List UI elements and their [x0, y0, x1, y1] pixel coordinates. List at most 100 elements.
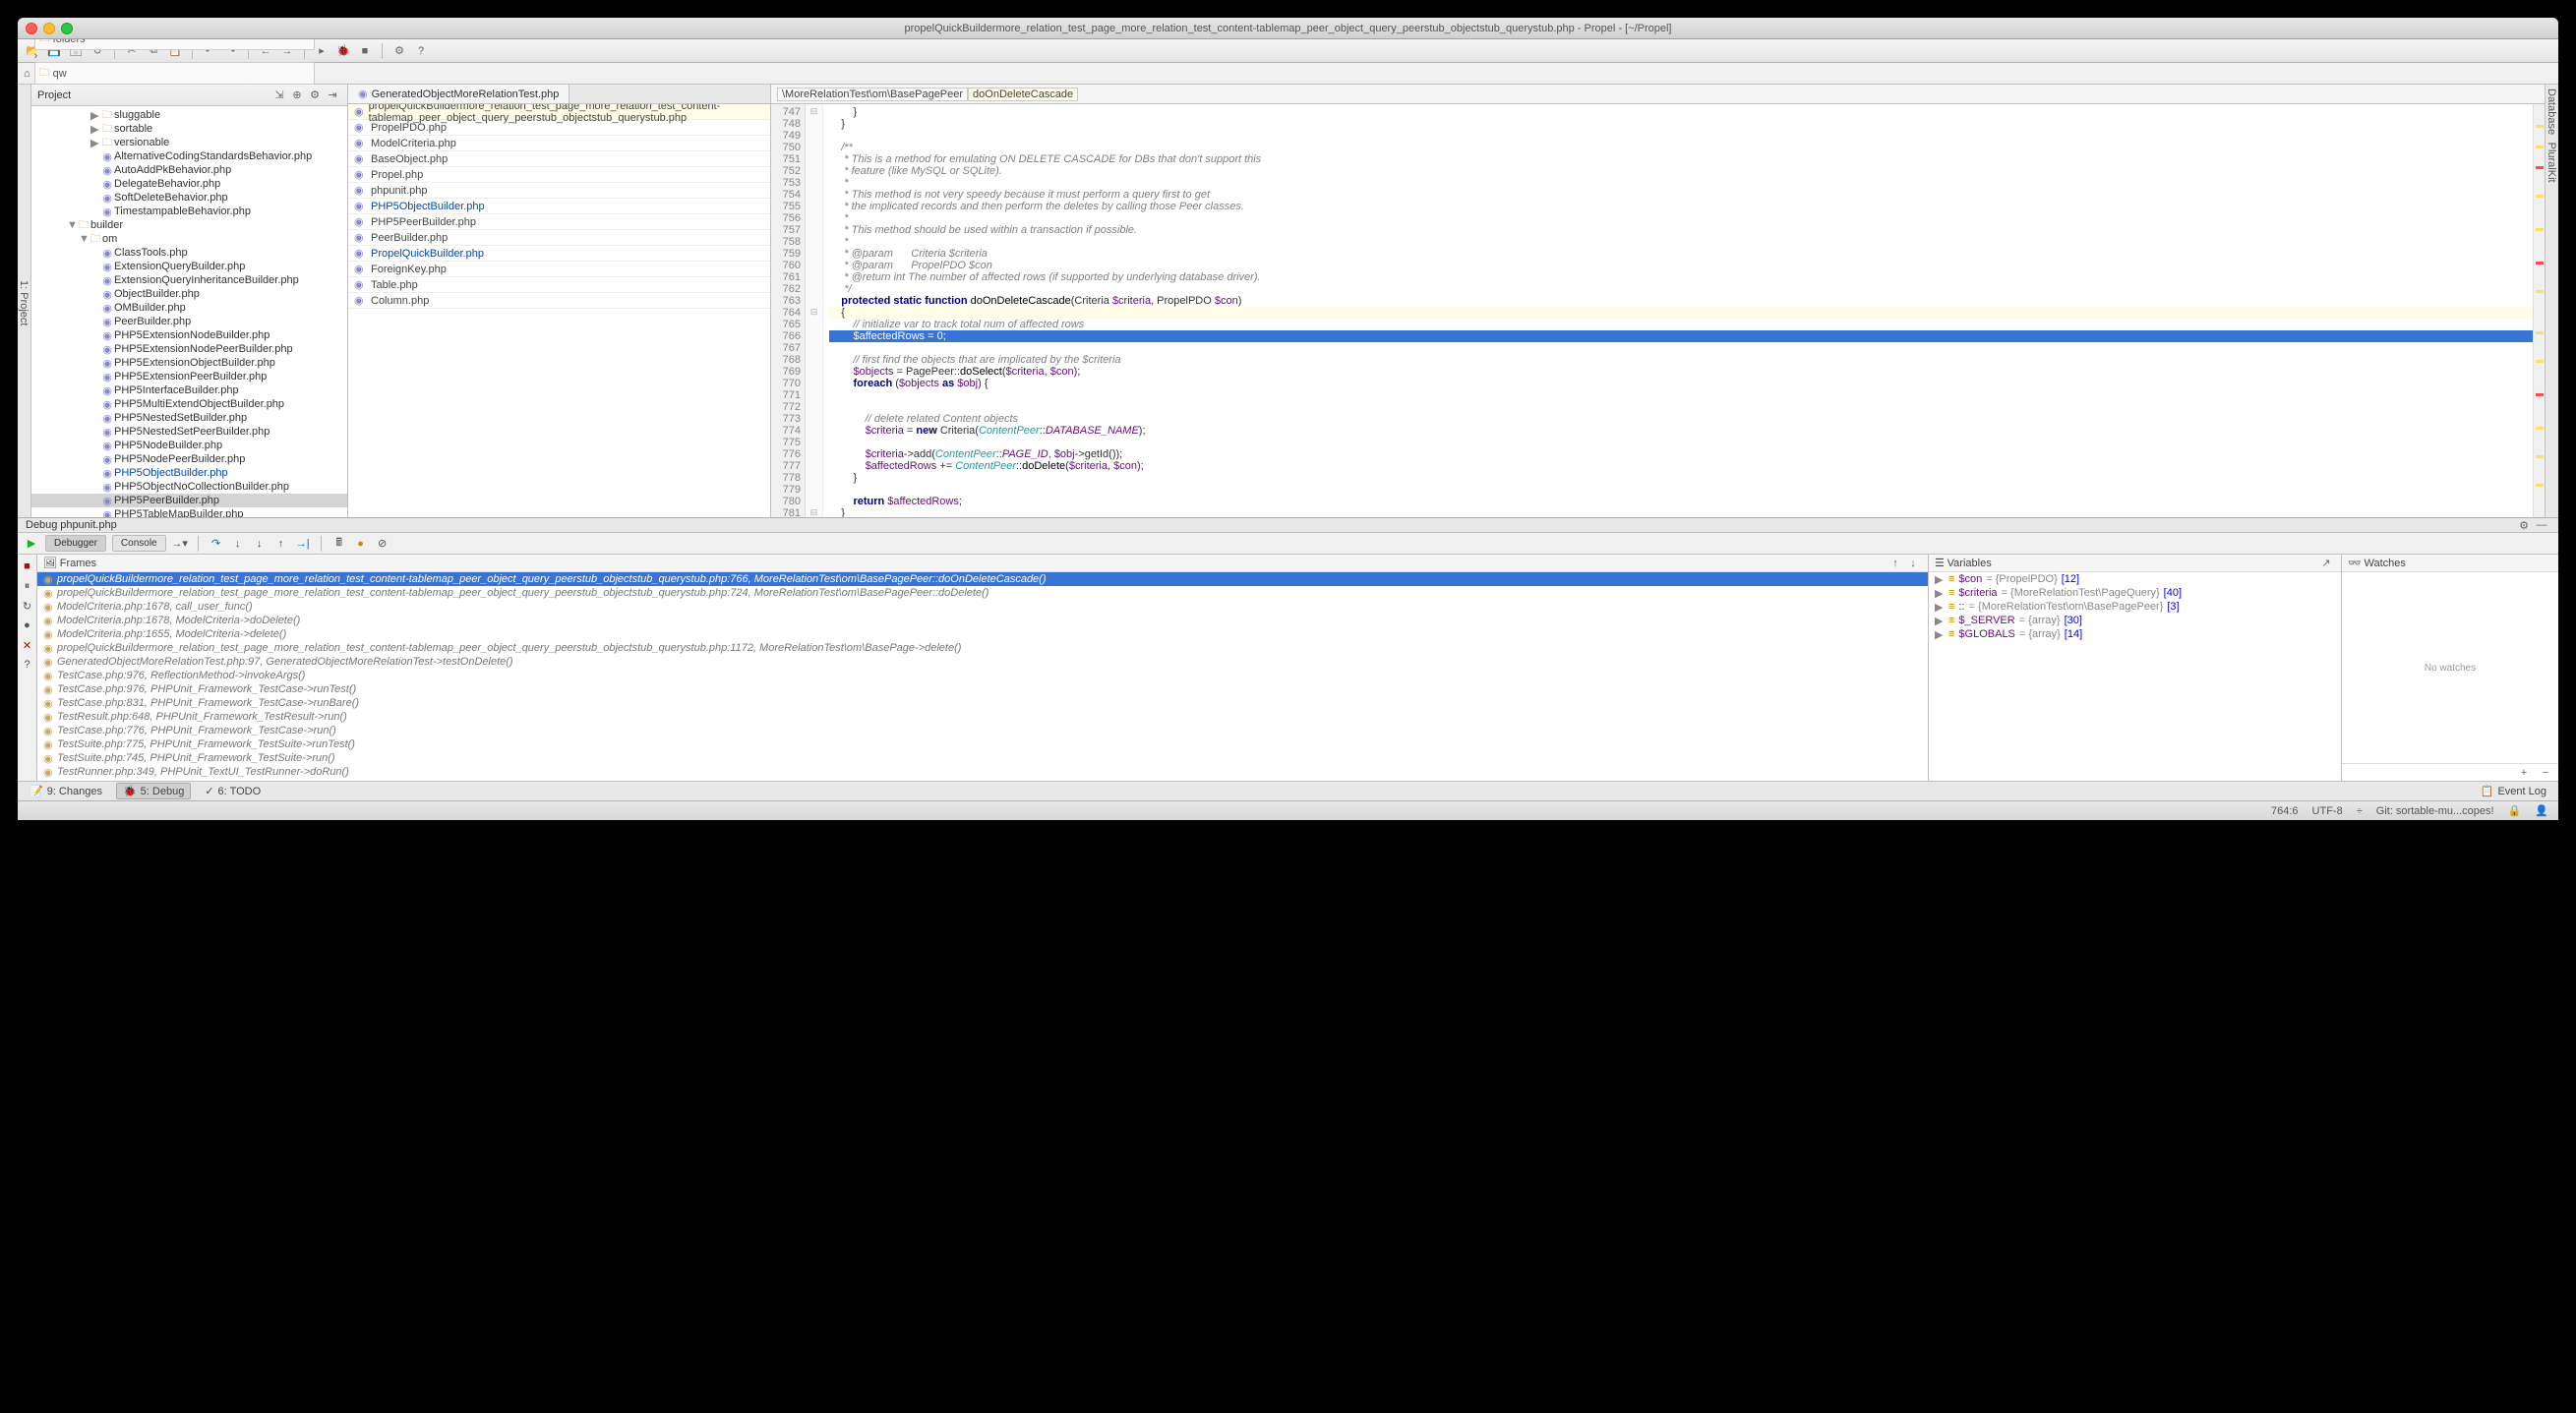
file-row[interactable]: ◉propelQuickBuildermore_relation_test_pa… [348, 104, 770, 120]
folder-node[interactable]: ▶🗀sluggable [31, 108, 347, 122]
file-row[interactable]: ◉Table.php [348, 277, 770, 293]
stop-icon[interactable]: ■ [356, 42, 374, 60]
debug-tool-tab[interactable]: 🐞 5: Debug [116, 783, 191, 799]
more-icon[interactable]: →▾ [172, 536, 188, 552]
file-encoding[interactable]: UTF-8 [2312, 805, 2343, 817]
file-node[interactable]: ◉PHP5TableMapBuilder.php [31, 507, 347, 517]
stop-debug-icon[interactable]: ↻ [20, 598, 35, 614]
todo-tab[interactable]: ✓ 6: TODO [199, 784, 267, 798]
file-row[interactable]: ◉Propel.php [348, 167, 770, 183]
file-node[interactable]: ◉ExtensionQueryBuilder.php [31, 260, 347, 273]
debug-icon[interactable]: 🐞 [334, 42, 352, 60]
file-list[interactable]: ◉propelQuickBuildermore_relation_test_pa… [348, 104, 770, 517]
debug-config[interactable]: phpunit.php [60, 519, 117, 531]
stack-frame[interactable]: ◉propelQuickBuildermore_relation_test_pa… [37, 586, 1928, 600]
file-node[interactable]: ◉PHP5NodePeerBuilder.php [31, 452, 347, 466]
settings-icon[interactable]: ⚙ [390, 42, 408, 60]
stack-frame[interactable]: ◉TestRunner.php:349, PHPUnit_TextUI_Test… [37, 765, 1928, 779]
project-tab[interactable]: 1: Project [18, 280, 30, 325]
git-branch[interactable]: Git: sortable-mu...copes! [2376, 805, 2494, 817]
file-node[interactable]: ◉PHP5ExtensionNodeBuilder.php [31, 328, 347, 342]
folder-node[interactable]: ▶🗀sortable [31, 122, 347, 136]
stack-frame[interactable]: ◉ModelCriteria.php:1655, ModelCriteria->… [37, 627, 1928, 641]
debug-settings-icon[interactable]: ⚙ [2515, 516, 2533, 534]
file-node[interactable]: ◉PHP5NestedSetPeerBuilder.php [31, 425, 347, 439]
error-stripe[interactable] [2533, 104, 2545, 517]
evaluate-icon[interactable]: 🖩 [331, 536, 347, 552]
folder-node[interactable]: ▼🗀builder [31, 218, 347, 232]
variable-row[interactable]: ▶≡ $GLOBALS = {array} [14] [1929, 627, 2341, 641]
file-node[interactable]: ◉PHP5ExtensionNodePeerBuilder.php [31, 342, 347, 356]
file-node[interactable]: ◉PHP5ExtensionObjectBuilder.php [31, 356, 347, 370]
frame-up-icon[interactable]: ↑ [1887, 555, 1904, 572]
stack-frame[interactable]: ◉propelQuickBuildermore_relation_test_pa… [37, 572, 1928, 586]
add-watch-icon[interactable]: + [2515, 764, 2533, 782]
cursor-position[interactable]: 764:6 [2271, 805, 2299, 817]
debugger-tab[interactable]: Debugger [45, 535, 106, 552]
step-out-icon[interactable]: ↑ [273, 536, 289, 552]
file-node[interactable]: ◉PHP5ObjectBuilder.php [31, 466, 347, 480]
variable-row[interactable]: ▶≡ $_SERVER = {array} [30] [1929, 614, 2341, 627]
frame-down-icon[interactable]: ↓ [1904, 555, 1922, 572]
stack-frame[interactable]: ◉TestCase.php:831, PHPUnit_Framework_Tes… [37, 696, 1928, 710]
stack-frame[interactable]: ◉Command.php:176, PHPUnit_TextUI_Command… [37, 779, 1928, 781]
debug-hide-icon[interactable]: — [2533, 516, 2550, 534]
file-row[interactable]: ◉PeerBuilder.php [348, 230, 770, 246]
gear-icon[interactable]: ⚙ [306, 87, 324, 104]
stack-frame[interactable]: ◉TestCase.php:776, PHPUnit_Framework_Tes… [37, 724, 1928, 737]
editor-breadcrumb[interactable]: \MoreRelationTest\om\BasePagePeerdoOnDel… [771, 85, 2545, 104]
pause-icon[interactable]: ⏸ [20, 578, 35, 594]
breadcrumb-method[interactable]: doOnDeleteCascade [968, 88, 1078, 101]
file-node[interactable]: ◉PHP5PeerBuilder.php [31, 494, 347, 507]
stack-frame[interactable]: ◉GeneratedObjectMoreRelationTest.php:97,… [37, 655, 1928, 669]
help-icon[interactable]: ? [412, 42, 430, 60]
vars-hide-icon[interactable]: ↗ [2317, 555, 2335, 572]
step-into-icon[interactable]: ↓ [230, 536, 246, 552]
changes-tab[interactable]: 📝 9: Changes [24, 784, 108, 798]
right-toolwindow-strip[interactable]: Database PluralKit [2545, 85, 2558, 517]
fold-gutter[interactable]: ⊟⊟⊟⊟ [806, 104, 823, 517]
file-node[interactable]: ◉PeerBuilder.php [31, 315, 347, 328]
stack-frame[interactable]: ◉TestCase.php:976, ReflectionMethod->inv… [37, 669, 1928, 682]
view-bp-icon[interactable]: ● [20, 618, 35, 633]
run-icon[interactable]: ▸ [313, 42, 330, 60]
database-tab[interactable]: Database [2546, 88, 2557, 135]
file-node[interactable]: ◉PHP5InterfaceBuilder.php [31, 383, 347, 397]
file-node[interactable]: ◉SoftDeleteBehavior.php [31, 191, 347, 205]
file-node[interactable]: ◉ExtensionQueryInheritanceBuilder.php [31, 273, 347, 287]
editor-tab[interactable]: ◉ GeneratedObjectMoreRelationTest.php [348, 85, 569, 103]
collapse-icon[interactable]: ⇲ [270, 87, 288, 104]
variables-list[interactable]: ▶≡ $con = {PropelPDO} [12]▶≡ $criteria =… [1929, 572, 2341, 641]
frames-list[interactable]: ◉propelQuickBuildermore_relation_test_pa… [37, 572, 1928, 781]
folder-node[interactable]: ▶🗀versionable [31, 136, 347, 149]
hide-icon[interactable]: ⇥ [324, 87, 341, 104]
file-node[interactable]: ◉PHP5MultiExtendObjectBuilder.php [31, 397, 347, 411]
stack-frame[interactable]: ◉TestResult.php:648, PHPUnit_Framework_T… [37, 710, 1928, 724]
file-row[interactable]: ◉ForeignKey.php [348, 262, 770, 277]
left-toolwindow-strip[interactable]: 1: Project [18, 85, 31, 517]
file-row[interactable]: ◉BaseObject.php [348, 151, 770, 167]
stack-frame[interactable]: ◉propelQuickBuildermore_relation_test_pa… [37, 641, 1928, 655]
stack-frame[interactable]: ◉TestCase.php:976, PHPUnit_Framework_Tes… [37, 682, 1928, 696]
target-icon[interactable]: ⊕ [288, 87, 306, 104]
run-to-cursor-icon[interactable]: →| [295, 536, 311, 552]
lock-icon[interactable]: 🔒 [2508, 804, 2522, 817]
file-row[interactable]: ◉ModelCriteria.php [348, 136, 770, 151]
resume-icon[interactable]: ▶ [24, 536, 39, 552]
stack-frame[interactable]: ◉ModelCriteria.php:1678, call_user_func(… [37, 600, 1928, 614]
file-row[interactable]: ◉PHP5PeerBuilder.php [348, 214, 770, 230]
breadcrumb-class[interactable]: \MoreRelationTest\om\BasePagePeer [777, 88, 968, 101]
nav-segment[interactable]: 🗀 qw [34, 62, 315, 85]
plugin-tab[interactable]: PluralKit [2546, 143, 2557, 183]
variable-row[interactable]: ▶≡ $criteria = {MoreRelationTest\PageQue… [1929, 586, 2341, 600]
file-row[interactable]: ◉phpunit.php [348, 183, 770, 199]
variable-row[interactable]: ▶≡ $con = {PropelPDO} [12] [1929, 572, 2341, 586]
file-node[interactable]: ◉PHP5NestedSetBuilder.php [31, 411, 347, 425]
file-node[interactable]: ◉PHP5ObjectNoCollectionBuilder.php [31, 480, 347, 494]
file-node[interactable]: ◉AlternativeCodingStandardsBehavior.php [31, 149, 347, 163]
project-tree[interactable]: ▶🗀sluggable▶🗀sortable▶🗀versionable◉Alter… [31, 106, 347, 517]
file-node[interactable]: ◉PHP5NodeBuilder.php [31, 439, 347, 452]
file-node[interactable]: ◉ObjectBuilder.php [31, 287, 347, 301]
file-row[interactable]: ◉PHP5ObjectBuilder.php [348, 199, 770, 214]
folder-node[interactable]: ▼🗀om [31, 232, 347, 246]
